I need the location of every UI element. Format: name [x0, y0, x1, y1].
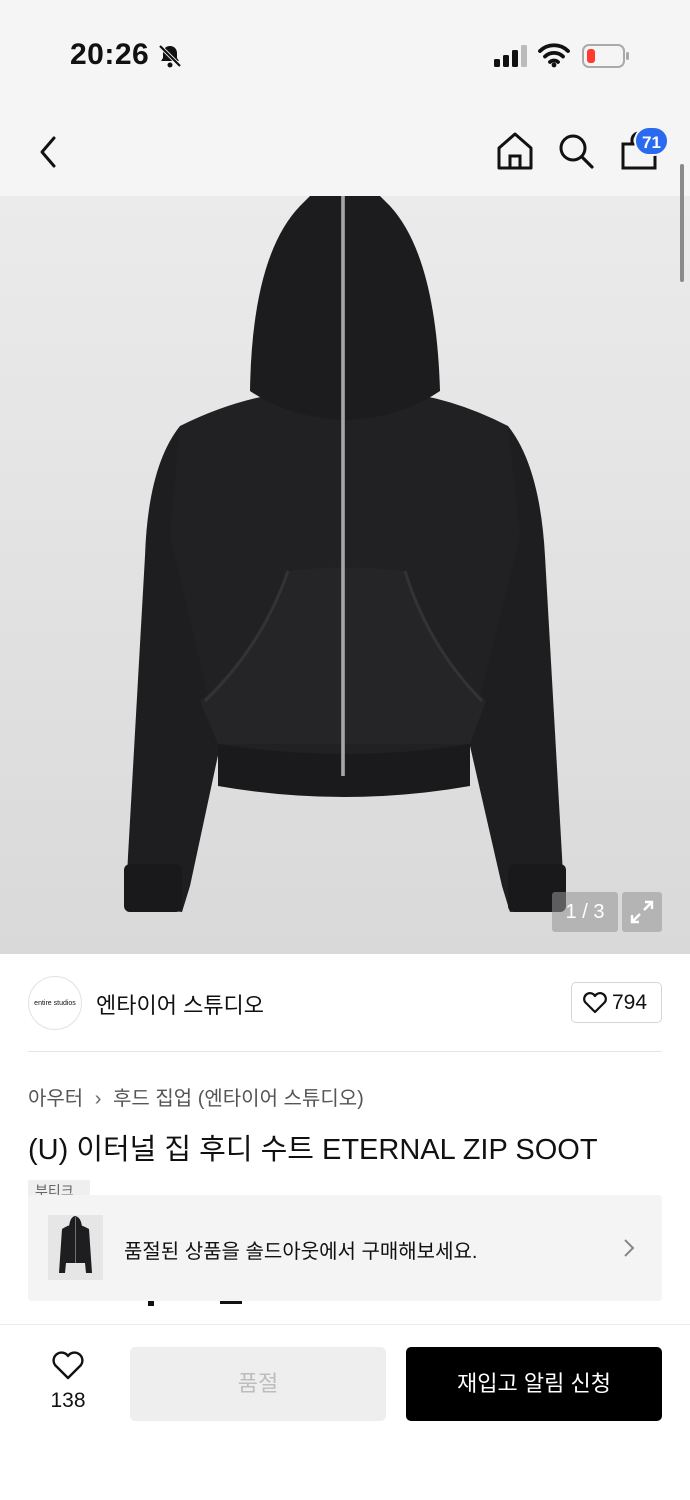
soldout-thumbnail — [48, 1215, 103, 1280]
home-icon[interactable] — [494, 130, 536, 172]
breadcrumb-subcategory[interactable]: 후드 집업 (엔타이어 스튜디오) — [113, 1088, 364, 1110]
brand-logo[interactable]: entire studios — [28, 976, 82, 1030]
breadcrumb: 아우터 › 후드 집업 (엔타이어 스튜디오) — [28, 1082, 364, 1111]
scrollbar[interactable] — [680, 164, 684, 282]
product-title: (U) 이터널 집 후디 수트 ETERNAL ZIP SOOT — [28, 1134, 598, 1166]
back-arrow-icon[interactable] — [34, 132, 64, 172]
battery-icon — [582, 44, 629, 68]
wifi-icon — [538, 43, 570, 68]
bottom-action-bar: 138 품절 재입고 알림 신청 — [0, 1324, 690, 1500]
brand-row: entire studios 엔타이어 스튜디오 794 — [0, 954, 690, 1052]
cellular-signal-icon — [494, 45, 527, 67]
breadcrumb-category[interactable]: 아우터 — [28, 1088, 83, 1110]
search-icon[interactable] — [556, 130, 596, 172]
heart-icon — [583, 992, 607, 1014]
heart-icon — [52, 1351, 84, 1380]
brand-name[interactable]: 엔타이어 스튜디오 — [96, 988, 264, 1020]
chevron-right-icon: › — [94, 1088, 102, 1110]
chevron-right-icon — [624, 1239, 635, 1257]
wishlist-button[interactable]: 138 — [40, 1349, 96, 1419]
top-navigation — [0, 110, 690, 196]
soldout-banner-text: 품절된 상품을 솔드아웃에서 구매해보세요. — [124, 1241, 478, 1263]
expand-button[interactable] — [622, 892, 662, 932]
divider — [28, 1051, 662, 1052]
soldout-button[interactable]: 품절 — [130, 1347, 386, 1421]
scrolled-content-peek — [148, 1301, 242, 1306]
product-detail-page: 20:26 71 1 / 3 entire studios 엔타이어 스튜디오 … — [0, 0, 690, 1500]
wishlist-count: 138 — [50, 1389, 86, 1412]
product-image-gallery[interactable]: 1 / 3 — [0, 196, 690, 954]
bell-slash-icon — [158, 44, 182, 68]
product-photo — [124, 196, 566, 912]
cart-count-badge: 71 — [634, 126, 669, 156]
image-counter: 1 / 3 — [552, 892, 618, 932]
brand-like-count: 794 — [612, 991, 648, 1014]
status-bar: 20:26 — [0, 0, 690, 110]
restock-notify-button[interactable]: 재입고 알림 신청 — [406, 1347, 662, 1421]
status-time: 20:26 — [70, 38, 150, 71]
brand-like-button[interactable]: 794 — [571, 982, 662, 1023]
expand-icon — [630, 900, 654, 924]
soldout-banner[interactable]: 품절된 상품을 솔드아웃에서 구매해보세요. — [28, 1195, 662, 1301]
